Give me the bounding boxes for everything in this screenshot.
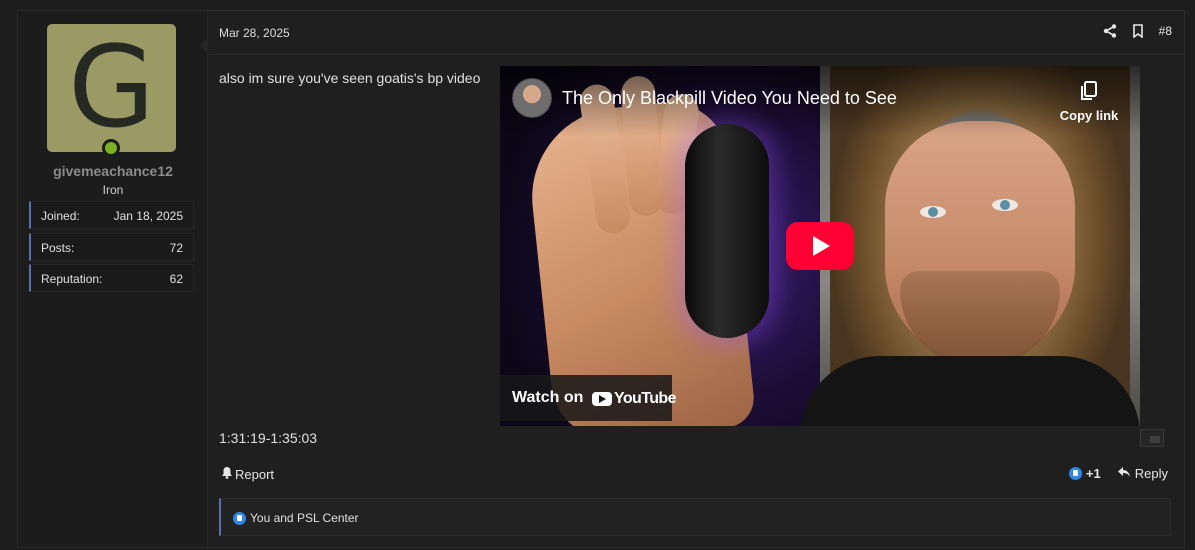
stat-value: 62: [169, 272, 183, 286]
stat-value: Jan 18, 2025: [113, 209, 183, 223]
stat-value: 72: [169, 241, 183, 255]
reply-button[interactable]: Reply: [1117, 466, 1168, 481]
youtube-play-icon: [592, 392, 612, 406]
reaction-count: +1: [1085, 466, 1101, 481]
reactions-text: You and PSL Center: [250, 511, 359, 525]
stat-label: Joined:: [41, 209, 80, 223]
stat-label: Posts:: [41, 241, 75, 255]
reply-label: Reply: [1134, 466, 1168, 481]
report-label: Report: [235, 466, 275, 482]
stat-joined: Joined: Jan 18, 2025: [29, 201, 194, 229]
picture-in-picture-icon[interactable]: [1140, 429, 1164, 447]
thumbnail-shirt: [800, 356, 1140, 426]
youtube-logo: YouTube: [592, 390, 676, 408]
copy-link-button[interactable]: Copy link: [1058, 80, 1120, 123]
post-timecode: 1:31:19-1:35:03: [219, 430, 318, 446]
watch-on-youtube-button[interactable]: Watch on YouTube: [500, 375, 676, 421]
video-title[interactable]: The Only Blackpill Video You Need to See: [562, 88, 897, 109]
reaction-button[interactable]: +1: [1068, 466, 1101, 481]
stat-reputation: Reputation: 62: [29, 264, 194, 292]
user-title: Iron: [102, 183, 124, 197]
bookmark-icon[interactable]: [1131, 24, 1145, 39]
report-button[interactable]: Report: [221, 466, 274, 482]
post-pointer-arrow: [200, 38, 208, 54]
thumbnail-eye: [992, 199, 1018, 211]
post-container: G givemeachance12 Iron Joined: Jan 18, 2…: [17, 10, 1185, 548]
reactions-bar[interactable]: You and PSL Center: [219, 498, 1171, 536]
user-sidebar: G givemeachance12 Iron Joined: Jan 18, 2…: [18, 11, 208, 547]
bell-icon: [221, 466, 233, 482]
thumbnail-eye: [920, 206, 946, 218]
play-button[interactable]: [786, 222, 854, 270]
forum-page: G givemeachance12 Iron Joined: Jan 18, 2…: [0, 0, 1195, 550]
reply-icon: [1117, 466, 1131, 481]
copy-icon: [1078, 80, 1100, 102]
post-number[interactable]: #8: [1159, 24, 1172, 38]
post-header-actions: #8: [1103, 24, 1172, 39]
stat-posts: Posts: 72: [29, 233, 194, 261]
stat-label: Reputation:: [41, 272, 103, 286]
avatar[interactable]: G: [47, 24, 176, 152]
post-date[interactable]: Mar 28, 2025: [219, 26, 290, 40]
watch-on-label: Watch on: [512, 389, 584, 406]
post-body-text: also im sure you've seen goatis's bp vid…: [219, 70, 481, 86]
post-header: Mar 28, 2025 #8: [209, 11, 1184, 55]
post-actions-right: +1 Reply: [1068, 466, 1168, 481]
channel-avatar[interactable]: [512, 78, 552, 118]
share-icon[interactable]: [1103, 24, 1117, 38]
video-embed[interactable]: The Only Blackpill Video You Need to See…: [500, 66, 1140, 426]
youtube-wordmark: YouTube: [614, 390, 676, 407]
like-icon: [233, 511, 246, 525]
username[interactable]: givemeachance12: [18, 163, 208, 179]
like-icon: [1068, 467, 1082, 480]
thumbnail-object: [685, 124, 769, 338]
online-indicator: [102, 139, 120, 157]
copy-link-label: Copy link: [1059, 108, 1119, 123]
avatar-letter: G: [68, 24, 155, 152]
